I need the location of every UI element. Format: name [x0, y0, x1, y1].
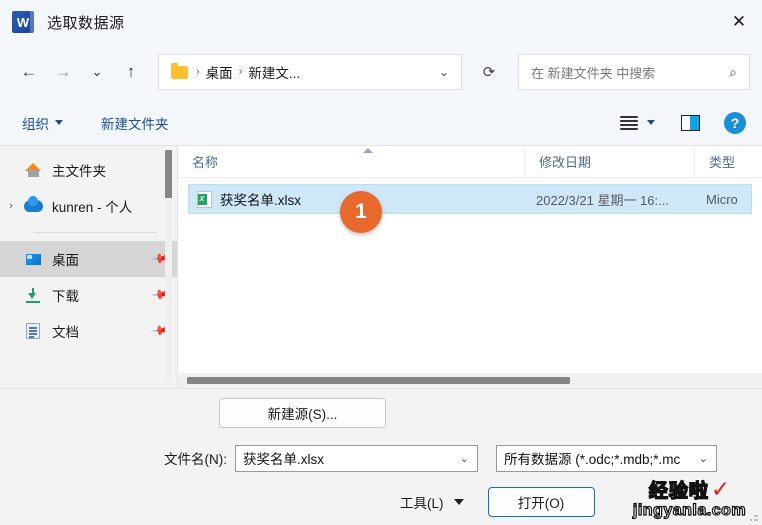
organize-button[interactable]: 组织: [14, 107, 71, 139]
annotation-badge-1: 1: [340, 191, 382, 233]
folder-icon: [171, 62, 188, 79]
help-button[interactable]: ?: [724, 111, 746, 134]
preview-pane-icon[interactable]: [681, 114, 700, 131]
download-icon: [22, 287, 44, 303]
search-icon[interactable]: ⌕: [729, 64, 737, 81]
excel-file-icon: X: [197, 190, 212, 208]
command-bar-right: ?: [612, 110, 762, 136]
horizontal-scrollbar-thumb[interactable]: [187, 377, 570, 384]
search-placeholder: 在 新建文件夹 中搜索: [531, 65, 656, 81]
watermark-top-line: 经验啦✓: [623, 476, 756, 502]
sidebar-scrollbar[interactable]: [165, 150, 172, 382]
new-source-button[interactable]: 新建源(S)...: [219, 398, 386, 428]
filetype-select[interactable]: 所有数据源 (*.odc;*.mdb;*.mc ⌄: [496, 444, 717, 472]
filename-row: 文件名(N): 获奖名单.xlsx ⌄ 所有数据源 (*.odc;*.mdb;*…: [0, 437, 762, 479]
file-type: Micro: [706, 191, 738, 207]
dialog-footer: 新建源(S)... 文件名(N): 获奖名单.xlsx ⌄ 所有数据源 (*.o…: [0, 388, 762, 525]
sort-ascending-icon: [363, 148, 373, 153]
open-button[interactable]: 打开(O): [487, 487, 595, 517]
filename-label: 文件名(N):: [164, 452, 227, 467]
resize-grip[interactable]: [750, 513, 759, 522]
column-header-name-label: 名称: [192, 155, 219, 170]
forward-button[interactable]: →: [46, 55, 80, 89]
sidebar-item-home[interactable]: 主文件夹: [0, 152, 177, 188]
recent-locations-button[interactable]: ⌄: [80, 55, 114, 89]
watermark-bottom-text: jingyanla.com: [632, 502, 747, 519]
breadcrumb-item-newfolder[interactable]: 新建文...: [248, 62, 300, 82]
sidebar-item-onedrive[interactable]: › kunren - 个人: [0, 188, 177, 224]
breadcrumb-item-desktop[interactable]: 桌面: [206, 62, 233, 82]
column-header-date-label: 修改日期: [539, 155, 592, 170]
onedrive-cloud-icon: [22, 196, 44, 212]
sidebar-item-desktop[interactable]: 桌面 📌: [0, 241, 177, 277]
view-options-button[interactable]: [612, 110, 663, 136]
refresh-icon[interactable]: ⟳: [472, 55, 506, 89]
column-headers: 名称 修改日期 类型: [178, 146, 762, 178]
watermark: 经验啦✓ jingyanla.com: [623, 476, 756, 520]
column-header-type-label: 类型: [709, 155, 736, 170]
sidebar-scrollbar-thumb[interactable]: [165, 150, 172, 198]
list-view-icon: [620, 115, 638, 130]
title-bar: W 选取数据源 ✕: [0, 0, 762, 44]
page-title: 选取数据源: [47, 14, 125, 32]
new-source-row: 新建源(S)...: [0, 389, 762, 437]
back-button[interactable]: ←: [12, 55, 46, 89]
select-data-source-dialog: W 选取数据源 ✕ ← → ⌄ ↑ › 桌面 › 新建文... ⌄ ⟳ 在 新建…: [0, 0, 762, 525]
watermark-top-text: 经验啦: [648, 481, 709, 502]
word-icon: W: [12, 11, 34, 33]
search-input[interactable]: 在 新建文件夹 中搜索 ⌕: [518, 54, 750, 90]
sidebar-item-label: 下载: [52, 289, 79, 304]
desktop-icon: [22, 252, 44, 266]
table-row[interactable]: X 获奖名单.xlsx 2022/3/21 星期一 16:... Micro: [188, 184, 752, 214]
command-bar: 组织 新建文件夹 ?: [0, 100, 762, 146]
column-header-date[interactable]: 修改日期: [524, 146, 694, 177]
filetype-value: 所有数据源 (*.odc;*.mdb;*.mc: [504, 452, 681, 467]
navigation-bar: ← → ⌄ ↑ › 桌面 › 新建文... ⌄ ⟳ 在 新建文件夹 中搜索 ⌕: [0, 44, 762, 100]
breadcrumb-separator-0: ›: [196, 66, 200, 78]
sidebar-divider: [34, 232, 157, 233]
documents-icon: [22, 323, 44, 339]
sidebar-item-downloads[interactable]: 下载 📌: [0, 277, 177, 313]
file-list-pane: 名称 修改日期 类型 X 获奖名单.xlsx 2022/3/21 星期一 16:…: [178, 146, 762, 388]
chevron-down-icon: [55, 120, 63, 125]
filename-input[interactable]: 获奖名单.xlsx ⌄: [235, 444, 478, 472]
new-folder-button[interactable]: 新建文件夹: [93, 107, 177, 139]
address-chevron-down-icon[interactable]: ⌄: [433, 65, 461, 79]
up-button[interactable]: ↑: [114, 55, 148, 89]
chevron-right-icon[interactable]: ›: [0, 200, 22, 212]
organize-label: 组织: [22, 116, 49, 132]
watermark-check-icon: ✓: [710, 476, 731, 502]
close-icon[interactable]: ✕: [716, 0, 762, 44]
file-modified-date: 2022/3/21 星期一 16:...: [536, 192, 669, 208]
sidebar-item-label: 桌面: [52, 253, 79, 268]
file-rows: X 获奖名单.xlsx 2022/3/21 星期一 16:... Micro 1: [178, 178, 762, 373]
sidebar-item-label: 主文件夹: [52, 164, 106, 179]
sidebar-item-label: 文档: [52, 325, 79, 340]
navigation-pane: 主文件夹 › kunren - 个人 桌面 📌 下载 📌 文档 📌: [0, 146, 177, 388]
tools-button[interactable]: 工具(L): [400, 492, 464, 512]
chevron-down-icon: [453, 499, 464, 505]
breadcrumb-separator-1: ›: [238, 66, 243, 78]
dialog-body: 主文件夹 › kunren - 个人 桌面 📌 下载 📌 文档 📌 名称 修改日…: [0, 146, 762, 388]
tools-label: 工具(L): [400, 496, 444, 511]
column-header-type[interactable]: 类型: [694, 146, 762, 177]
chevron-down-icon[interactable]: ⌄: [452, 452, 477, 465]
home-icon: [22, 163, 44, 177]
chevron-down-icon: [647, 120, 655, 125]
horizontal-scrollbar[interactable]: [178, 373, 762, 388]
filename-value: 获奖名单.xlsx: [243, 452, 324, 467]
sidebar-item-label: kunren - 个人: [52, 200, 133, 215]
chevron-down-icon[interactable]: ⌄: [691, 452, 716, 465]
address-bar[interactable]: › 桌面 › 新建文... ⌄: [158, 54, 462, 90]
column-header-name[interactable]: 名称: [178, 146, 524, 177]
sidebar-item-documents[interactable]: 文档 📌: [0, 313, 177, 349]
new-folder-label: 新建文件夹: [101, 116, 169, 132]
